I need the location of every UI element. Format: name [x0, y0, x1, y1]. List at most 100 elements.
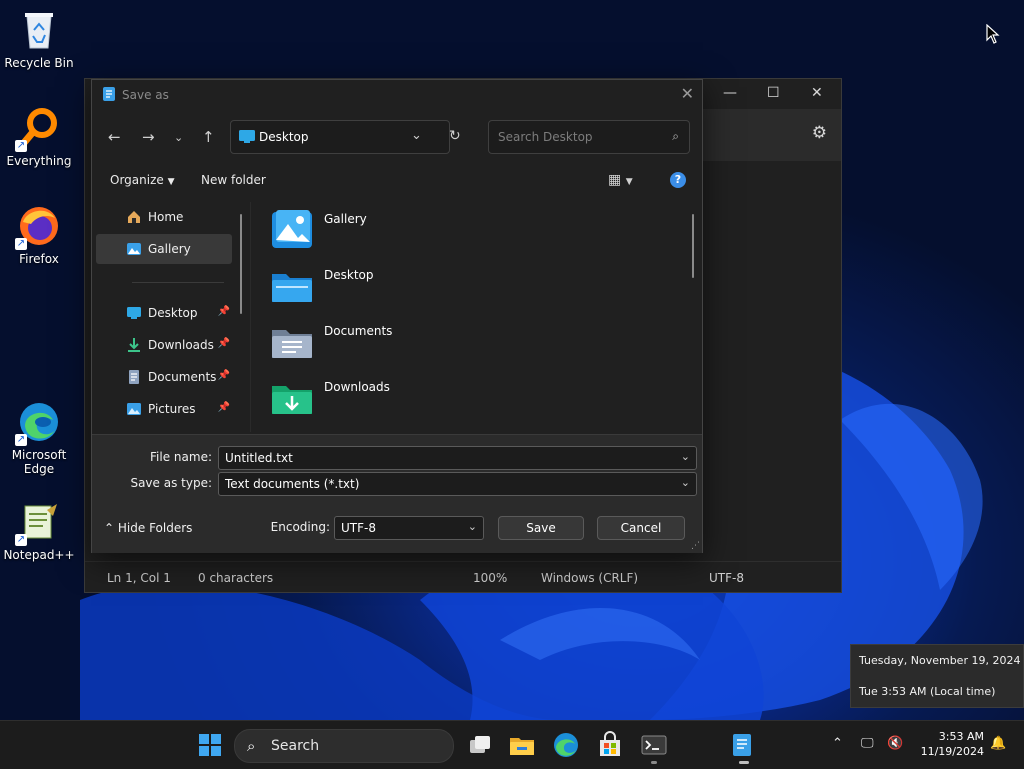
settings-gear-icon[interactable]: ⚙ — [812, 123, 827, 143]
help-icon[interactable]: ? — [670, 172, 686, 188]
sidebar-scrollbar[interactable] — [240, 214, 242, 314]
chevron-up-icon[interactable]: ⌃ — [832, 736, 843, 751]
sidebar-item-downloads[interactable]: Downloads 📌 — [96, 330, 232, 360]
notepad-icon[interactable] — [728, 731, 756, 759]
desktop-icon-label: Firefox — [19, 252, 59, 266]
search-icon: ⌕ — [672, 129, 679, 143]
organize-label: Organize — [110, 173, 164, 187]
pin-icon: 📌 — [217, 338, 230, 349]
desktop-icon-notepadpp[interactable]: ↗ Notepad++ — [0, 500, 78, 562]
desktop-icon-label: Microsoft Edge — [11, 448, 67, 476]
pictures-icon — [127, 403, 141, 415]
maximize-button[interactable]: ☐ — [767, 85, 780, 101]
hide-folders-button[interactable]: ⌃ Hide Folders — [104, 521, 192, 535]
file-name-input[interactable]: Untitled.txt ⌄ — [218, 446, 697, 470]
desktop-icon-edge[interactable]: ↗ Microsoft Edge — [0, 400, 78, 476]
up-arrow-icon[interactable]: ↑ — [202, 128, 215, 146]
microsoft-store-icon[interactable] — [596, 731, 624, 759]
back-arrow-icon[interactable]: ← — [108, 128, 121, 146]
address-bar[interactable]: Desktop ⌄ ↻ — [230, 120, 461, 154]
taskbar-search[interactable]: ⌕ Search — [234, 729, 454, 763]
notepad-icon — [103, 87, 115, 101]
sidebar-item-documents[interactable]: Documents 📌 — [96, 362, 232, 392]
shortcut-arrow-icon: ↗ — [15, 238, 27, 250]
task-view-icon[interactable] — [466, 731, 494, 759]
status-encoding[interactable]: UTF-8 — [709, 571, 744, 585]
file-item-downloads[interactable]: Downloads — [262, 370, 562, 426]
dialog-title: Save as — [122, 88, 169, 102]
save-type-value: Text documents (*.txt) — [225, 477, 360, 491]
file-item-label: Gallery — [324, 212, 367, 226]
navigation-pane: Home Gallery Desktop 📌 Downloads 📌 Docum… — [92, 202, 244, 432]
desktop-icon — [127, 307, 141, 319]
mouse-cursor-icon — [986, 24, 1000, 44]
file-explorer-icon[interactable] — [508, 731, 536, 759]
file-item-documents[interactable]: Documents — [262, 314, 562, 370]
desktop-icon-everything[interactable]: ↗ Everything — [0, 106, 78, 168]
recent-dropdown-icon[interactable]: ⌄ — [174, 131, 183, 144]
file-list-scrollbar[interactable] — [692, 214, 694, 278]
terminal-icon[interactable] — [640, 731, 668, 759]
resize-grip-icon[interactable]: ⋰ — [691, 541, 700, 551]
sidebar-item-gallery[interactable]: Gallery — [96, 234, 232, 264]
save-type-label: Save as type: — [130, 476, 212, 490]
running-indicator — [739, 761, 749, 764]
status-position: Ln 1, Col 1 — [107, 571, 171, 585]
chevron-down-icon[interactable]: ⌄ — [411, 128, 422, 143]
windows-start-icon[interactable] — [196, 731, 224, 759]
dialog-close-button[interactable]: ✕ — [681, 84, 694, 103]
file-name-value: Untitled.txt — [225, 451, 293, 465]
search-box[interactable]: Search Desktop ⌕ — [488, 120, 690, 154]
file-item-desktop[interactable]: Desktop — [262, 258, 562, 314]
minimize-button[interactable]: — — [723, 85, 737, 101]
organize-button[interactable]: Organize ▼ — [110, 173, 175, 187]
clock-tooltip: Tuesday, November 19, 2024 Tue 3:53 AM (… — [850, 644, 1024, 708]
chevron-down-icon[interactable]: ⌄ — [468, 520, 477, 533]
chevron-down-icon[interactable]: ⌄ — [681, 450, 690, 463]
shortcut-arrow-icon: ↗ — [15, 534, 27, 546]
close-button[interactable]: ✕ — [811, 85, 823, 101]
view-options-icon[interactable]: ▦ ▼ — [608, 172, 633, 188]
everything-icon: ↗ — [15, 106, 61, 152]
edge-icon[interactable] — [552, 731, 580, 759]
window-caption-buttons: — ☐ ✕ — [701, 79, 841, 109]
sidebar-item-home[interactable]: Home — [96, 202, 232, 232]
sidebar-item-pictures[interactable]: Pictures 📌 — [96, 394, 232, 424]
chevron-down-icon[interactable]: ⌄ — [681, 476, 690, 489]
desktop-icon-firefox[interactable]: ↗ Firefox — [0, 204, 78, 266]
network-icon[interactable]: 🖵 — [861, 736, 874, 751]
encoding-select[interactable]: UTF-8 ⌄ — [334, 516, 484, 540]
desktop-icon — [239, 130, 255, 143]
forward-arrow-icon[interactable]: → — [142, 128, 155, 146]
sidebar-item-label: Gallery — [148, 242, 191, 256]
desktop-icon-label: Notepad++ — [3, 548, 75, 562]
save-as-dialog: Save as ✕ ← → ⌄ ↑ Desktop ⌄ ↻ Search Des… — [91, 79, 703, 553]
notepad-toolbar: ⚙ — [701, 109, 841, 161]
desktop-icon-label: Recycle Bin — [4, 56, 74, 70]
status-line-ending[interactable]: Windows (CRLF) — [541, 571, 638, 585]
sidebar-item-label: Downloads — [148, 338, 214, 352]
clock-date: 11/19/2024 — [920, 745, 984, 758]
desktop-folder-icon — [272, 274, 312, 302]
notification-bell-icon[interactable]: 🔔 — [990, 736, 1006, 751]
volume-muted-icon[interactable]: 🔇 — [887, 736, 903, 751]
file-item-label: Downloads — [324, 380, 390, 394]
desktop-icon-label: Everything — [6, 154, 72, 168]
sidebar-item-label: Documents — [148, 370, 217, 384]
file-item-label: Desktop — [324, 268, 374, 282]
status-zoom[interactable]: 100% — [473, 571, 507, 585]
taskbar-clock[interactable]: 3:53 AM 11/19/2024 — [912, 729, 984, 759]
dialog-bottom-panel: File name: Untitled.txt ⌄ Save as type: … — [92, 434, 702, 553]
file-item-gallery[interactable]: Gallery — [262, 202, 562, 258]
refresh-icon[interactable]: ↻ — [449, 128, 461, 144]
taskbar-search-label: Search — [271, 738, 320, 754]
new-folder-button[interactable]: New folder — [201, 173, 266, 187]
save-type-select[interactable]: Text documents (*.txt) ⌄ — [218, 472, 697, 496]
cancel-button[interactable]: Cancel — [597, 516, 685, 540]
desktop-icon-recycle-bin[interactable]: Recycle Bin — [0, 8, 78, 70]
chevron-up-icon: ⌃ — [104, 521, 115, 535]
sidebar-item-desktop[interactable]: Desktop 📌 — [96, 298, 232, 328]
pin-icon: 📌 — [217, 306, 230, 317]
save-button[interactable]: Save — [498, 516, 584, 540]
documents-icon — [129, 370, 139, 384]
